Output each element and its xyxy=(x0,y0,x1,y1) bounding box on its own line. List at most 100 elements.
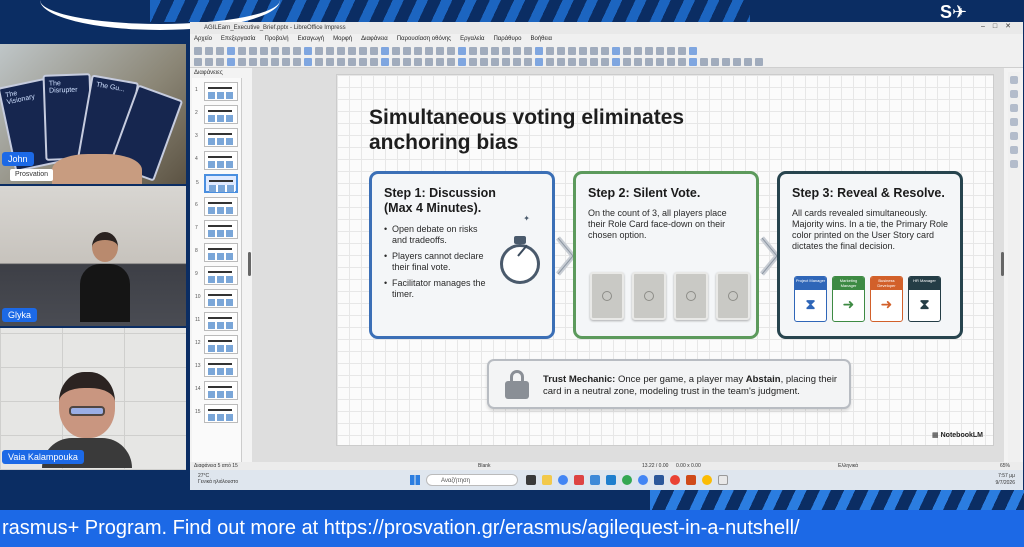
toolbar-button-icon[interactable] xyxy=(656,58,664,66)
toolbar-button-icon[interactable] xyxy=(304,58,312,66)
toolbar-button-icon[interactable] xyxy=(238,47,246,55)
taskbar-search[interactable]: Αναζήτηση xyxy=(426,474,518,486)
toolbar-button-icon[interactable] xyxy=(403,47,411,55)
toolbar-button-icon[interactable] xyxy=(502,58,510,66)
toolbar-button-icon[interactable] xyxy=(337,58,345,66)
slide-thumbnail[interactable]: 8 xyxy=(195,243,238,262)
toolbar-button-icon[interactable] xyxy=(381,47,389,55)
styles-icon[interactable] xyxy=(1010,90,1018,98)
toolbar-button-icon[interactable] xyxy=(315,47,323,55)
toolbar-button-icon[interactable] xyxy=(326,47,334,55)
toolbar-button-icon[interactable] xyxy=(436,47,444,55)
toolbar-button-icon[interactable] xyxy=(491,58,499,66)
toolbar-button-icon[interactable] xyxy=(458,47,466,55)
toolbar-button-icon[interactable] xyxy=(249,58,257,66)
toolbar-button-icon[interactable] xyxy=(700,58,708,66)
toolbar-button-icon[interactable] xyxy=(601,58,609,66)
toolbar-button-icon[interactable] xyxy=(557,58,565,66)
toolbar-button-icon[interactable] xyxy=(392,47,400,55)
toolbar-button-icon[interactable] xyxy=(293,58,301,66)
toolbar-button-icon[interactable] xyxy=(491,47,499,55)
word-icon[interactable] xyxy=(654,475,664,485)
slide-thumbnail[interactable]: 14 xyxy=(195,381,238,400)
toolbar-button-icon[interactable] xyxy=(414,47,422,55)
slide-thumbnail[interactable]: 10 xyxy=(195,289,238,308)
toolbar-button-icon[interactable] xyxy=(612,47,620,55)
toolbar-button-icon[interactable] xyxy=(282,47,290,55)
toolbar-button-icon[interactable] xyxy=(414,58,422,66)
slide-thumbnail[interactable]: 11 xyxy=(195,312,238,331)
toolbar-button-icon[interactable] xyxy=(634,58,642,66)
toolbar-button-icon[interactable] xyxy=(645,47,653,55)
toolbar-button-icon[interactable] xyxy=(425,47,433,55)
app-icon[interactable] xyxy=(574,475,584,485)
window-controls[interactable]: –□✕ xyxy=(981,22,1019,30)
toolbar-button-icon[interactable] xyxy=(447,47,455,55)
chrome-icon[interactable] xyxy=(558,475,568,485)
menu-item[interactable]: Προβολή xyxy=(265,34,289,44)
toolbar-button-icon[interactable] xyxy=(678,58,686,66)
toolbar-button-icon[interactable] xyxy=(194,58,202,66)
toolbar-button-icon[interactable] xyxy=(568,58,576,66)
toolbar-button-icon[interactable] xyxy=(667,58,675,66)
slide-thumbnail[interactable]: 7 xyxy=(195,220,238,239)
chrome-icon[interactable] xyxy=(670,475,680,485)
toolbar-button-icon[interactable] xyxy=(194,47,202,55)
toolbar-button-icon[interactable] xyxy=(458,58,466,66)
toolbar-button-icon[interactable] xyxy=(260,47,268,55)
toolbar-button-icon[interactable] xyxy=(634,47,642,55)
menu-item[interactable]: Μορφή xyxy=(333,34,352,44)
panel-grip[interactable] xyxy=(1001,252,1004,276)
slide-thumbnail[interactable]: 3 xyxy=(195,128,238,147)
navigator-icon[interactable] xyxy=(1010,118,1018,126)
toolbar-button-icon[interactable] xyxy=(359,47,367,55)
slide-thumbnail[interactable]: 12 xyxy=(195,335,238,354)
toolbar-button-icon[interactable] xyxy=(227,58,235,66)
chrome-icon[interactable] xyxy=(638,475,648,485)
toolbar-button-icon[interactable] xyxy=(282,58,290,66)
menu-item[interactable]: Αρχείο xyxy=(194,34,212,44)
toolbar-button-icon[interactable] xyxy=(689,58,697,66)
toolbar-button-icon[interactable] xyxy=(293,47,301,55)
toolbar-button-icon[interactable] xyxy=(260,58,268,66)
toolbar-button-icon[interactable] xyxy=(502,47,510,55)
clock[interactable]: 7:57 μμ 9/7/2026 xyxy=(996,473,1015,487)
toolbar-button-icon[interactable] xyxy=(744,58,752,66)
toolbar-button-icon[interactable] xyxy=(601,47,609,55)
toolbar-button-icon[interactable] xyxy=(590,58,598,66)
toolbar-button-icon[interactable] xyxy=(623,47,631,55)
slide-thumbnail[interactable]: 15 xyxy=(195,404,238,423)
toolbar-button-icon[interactable] xyxy=(524,47,532,55)
weather-widget[interactable]: 27°C Γενικά ηλιόλουστο xyxy=(198,473,238,485)
toolbar-button-icon[interactable] xyxy=(216,47,224,55)
menu-item[interactable]: Εισαγωγή xyxy=(298,34,325,44)
slide-thumbnail[interactable]: 6 xyxy=(195,197,238,216)
toolbar-button-icon[interactable] xyxy=(535,58,543,66)
toolbar-button-icon[interactable] xyxy=(535,47,543,55)
status-zoom[interactable]: 65% xyxy=(1000,462,1010,470)
toolbar-button-icon[interactable] xyxy=(205,47,213,55)
toolbar-button-icon[interactable] xyxy=(678,47,686,55)
menu-item[interactable]: Παρουσίαση οθόνης xyxy=(397,34,451,44)
slide-thumbnail[interactable]: 9 xyxy=(195,266,238,285)
properties-icon[interactable] xyxy=(1010,76,1018,84)
toolbar-button-icon[interactable] xyxy=(546,47,554,55)
libreoffice-icon[interactable] xyxy=(718,475,728,485)
toolbar-button-icon[interactable] xyxy=(370,47,378,55)
toolbar-button-icon[interactable] xyxy=(722,58,730,66)
toolbar-button-icon[interactable] xyxy=(315,58,323,66)
toolbar-button-icon[interactable] xyxy=(381,58,389,66)
toolbar-button-icon[interactable] xyxy=(304,47,312,55)
toolbar-button-icon[interactable] xyxy=(403,58,411,66)
toolbar-button-icon[interactable] xyxy=(513,58,521,66)
toolbar-button-icon[interactable] xyxy=(480,47,488,55)
menu-item[interactable]: Βοήθεια xyxy=(531,34,553,44)
toolbar-button-icon[interactable] xyxy=(733,58,741,66)
animation-icon[interactable] xyxy=(1010,132,1018,140)
menu-item[interactable]: Εργαλεία xyxy=(460,34,484,44)
toolbar-button-icon[interactable] xyxy=(348,58,356,66)
chrome-icon[interactable] xyxy=(702,475,712,485)
gallery-icon[interactable] xyxy=(1010,104,1018,112)
slide-thumbnail[interactable]: 1 xyxy=(195,82,238,101)
menu-item[interactable]: Επεξεργασία xyxy=(221,34,256,44)
